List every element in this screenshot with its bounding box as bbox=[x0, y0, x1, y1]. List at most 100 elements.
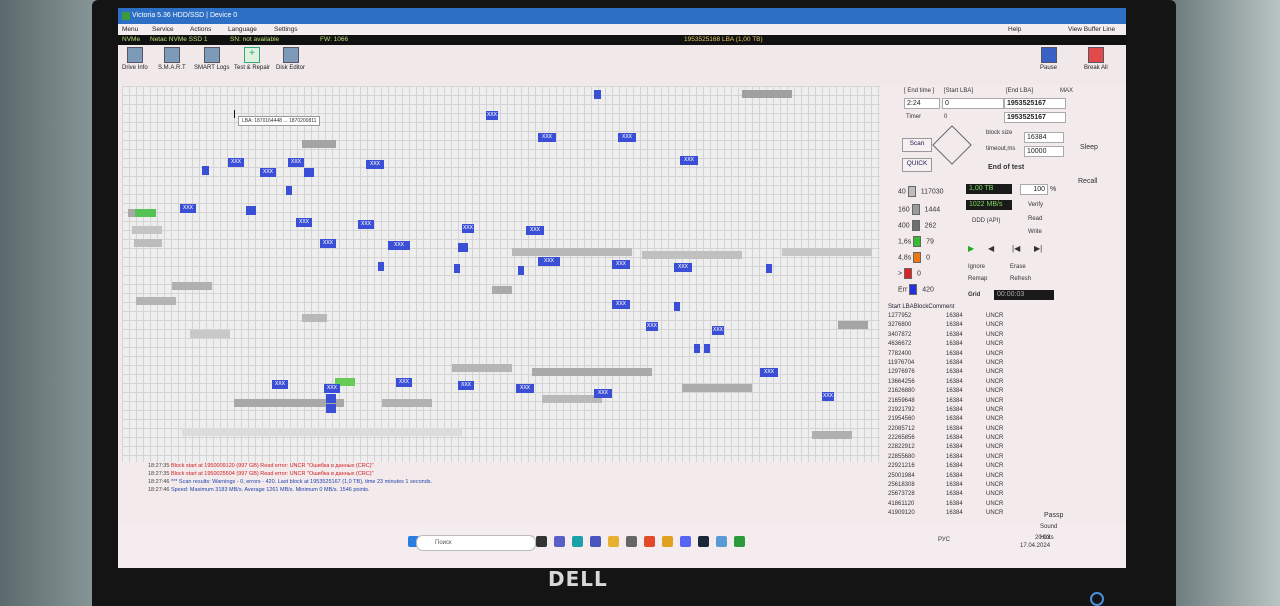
mode-read[interactable]: Read bbox=[1028, 216, 1042, 222]
passp-button[interactable]: Passp bbox=[1044, 512, 1063, 519]
tray-language[interactable]: РУС bbox=[938, 537, 950, 543]
end-lba-field[interactable]: 1953525167 bbox=[1004, 98, 1066, 109]
smart-logs-button[interactable]: SMART Logs bbox=[194, 47, 229, 71]
drive-info-button[interactable]: Drive Info bbox=[122, 47, 148, 71]
table-row[interactable]: 25001984 16384 UNCR bbox=[888, 472, 1046, 481]
action-refresh[interactable]: Refresh bbox=[1010, 276, 1031, 282]
table-row[interactable]: 21626880 16384 UNCR bbox=[888, 387, 1046, 396]
store-icon[interactable] bbox=[626, 536, 637, 547]
scan-button[interactable]: Scan bbox=[902, 138, 932, 152]
bad-block: XXX bbox=[680, 156, 698, 165]
bad-block bbox=[326, 394, 336, 403]
power-button-icon[interactable] bbox=[1090, 592, 1104, 606]
timeout-field[interactable]: 10000 bbox=[1024, 146, 1064, 157]
disk-editor-button[interactable]: Disk Editor bbox=[276, 47, 305, 71]
steam-icon[interactable] bbox=[698, 536, 709, 547]
taskbar-clock[interactable]: 20:03 17.04.2024 bbox=[1020, 534, 1050, 550]
timer-lba-field[interactable]: 1953525167 bbox=[1004, 112, 1066, 123]
ddd-api[interactable]: DDD (API) bbox=[972, 218, 1000, 224]
table-row[interactable]: 11976704 16384 UNCR bbox=[888, 359, 1046, 368]
end-time-field[interactable]: 2:24 bbox=[904, 98, 940, 109]
mode-verify[interactable]: Verify bbox=[1028, 202, 1043, 208]
table-row[interactable]: 7782400 16384 UNCR bbox=[888, 350, 1046, 359]
break-all-button[interactable]: Break All bbox=[1084, 47, 1108, 71]
block-cell: 16384 bbox=[946, 322, 963, 329]
table-row[interactable]: 41909120 16384 UNCR bbox=[888, 509, 1046, 518]
table-row[interactable]: 21954560 16384 UNCR bbox=[888, 415, 1046, 424]
menu-settings[interactable]: Settings bbox=[274, 24, 298, 35]
bad-block: XXX bbox=[674, 263, 692, 272]
start-lba-cell: 22921216 bbox=[888, 463, 915, 470]
table-row[interactable]: 22822912 16384 UNCR bbox=[888, 443, 1046, 452]
menu-service[interactable]: Service bbox=[152, 24, 174, 35]
chrome-icon[interactable] bbox=[662, 536, 673, 547]
counter-swatch bbox=[911, 204, 920, 215]
smart-button[interactable]: S.M.A.R.T bbox=[158, 47, 186, 71]
start-lba-field[interactable]: 0 bbox=[942, 98, 1004, 109]
scan-map-grid[interactable]: XXX XXX XXX XXX XXX XXX XXX XXX XXX XXX … bbox=[122, 86, 880, 462]
counter-swatch bbox=[911, 220, 920, 231]
yandex-icon[interactable] bbox=[644, 536, 655, 547]
test-repair-button[interactable]: + Test & Repair bbox=[234, 47, 270, 71]
comment-cell: UNCR bbox=[986, 425, 1004, 432]
table-row[interactable]: 22085712 16384 UNCR bbox=[888, 425, 1046, 434]
clock-date: 17.04.2024 bbox=[1020, 543, 1051, 549]
sound-checkbox[interactable]: Sound bbox=[1040, 524, 1057, 530]
table-row[interactable]: 21659648 16384 UNCR bbox=[888, 397, 1046, 406]
counter-swatch bbox=[913, 252, 922, 263]
menu-actions[interactable]: Actions bbox=[190, 24, 211, 35]
table-row[interactable]: 41861120 16384 UNCR bbox=[888, 500, 1046, 509]
table-row[interactable]: 25673728 16384 UNCR bbox=[888, 490, 1046, 499]
block-size-field[interactable]: 16384 bbox=[1024, 132, 1064, 143]
block-cell: 16384 bbox=[946, 425, 963, 432]
victoria-icon[interactable] bbox=[734, 536, 745, 547]
edge-icon[interactable] bbox=[572, 536, 583, 547]
start-lba-cell: 3276800 bbox=[888, 322, 912, 329]
comment-cell: UNCR bbox=[986, 500, 1004, 507]
view-buffer-line[interactable]: View Buffer Line bbox=[1068, 24, 1115, 35]
bad-block bbox=[458, 243, 468, 252]
discord-icon[interactable] bbox=[680, 536, 691, 547]
table-row[interactable]: 12976976 16384 UNCR bbox=[888, 368, 1046, 377]
table-row[interactable]: 13664256 16384 UNCR bbox=[888, 378, 1046, 387]
action-ignore[interactable]: Ignore bbox=[968, 264, 985, 270]
grid-checkbox[interactable]: Grid bbox=[968, 292, 980, 298]
pause-button[interactable]: Pause bbox=[1040, 47, 1057, 71]
taskbar-search[interactable]: Поиск bbox=[416, 535, 536, 551]
direction-control[interactable] bbox=[932, 125, 972, 165]
skip-end-icon[interactable]: ▶| bbox=[1034, 244, 1042, 253]
table-row[interactable]: 1277952 16384 UNCR bbox=[888, 312, 1046, 321]
table-row[interactable]: 22265856 16384 UNCR bbox=[888, 434, 1046, 443]
action-erase[interactable]: Erase bbox=[1010, 264, 1026, 270]
back-icon[interactable]: ◀ bbox=[988, 244, 994, 253]
skip-back-icon[interactable]: |◀ bbox=[1012, 244, 1020, 253]
menu-help[interactable]: Help bbox=[1008, 24, 1021, 35]
teams-icon[interactable] bbox=[590, 536, 601, 547]
table-row[interactable]: 4636672 16384 UNCR bbox=[888, 340, 1046, 349]
drive-icon bbox=[126, 47, 143, 63]
counter-4-8s: 4,8s 0 bbox=[898, 252, 930, 263]
menu-language[interactable]: Language bbox=[228, 24, 257, 35]
slow-block bbox=[452, 364, 512, 372]
explorer-icon[interactable] bbox=[608, 536, 619, 547]
recall-button[interactable]: Recall bbox=[1078, 178, 1097, 185]
table-row[interactable]: 22921216 16384 UNCR bbox=[888, 462, 1046, 471]
quick-button[interactable]: QUICK bbox=[902, 158, 932, 172]
menu-menu[interactable]: Menu bbox=[122, 24, 138, 35]
table-row[interactable]: 3276800 16384 UNCR bbox=[888, 321, 1046, 330]
task-view-icon[interactable] bbox=[536, 536, 547, 547]
play-icon[interactable]: ▶ bbox=[968, 244, 974, 253]
table-row[interactable]: 21921792 16384 UNCR bbox=[888, 406, 1046, 415]
timeout-label: timeout,ms bbox=[986, 146, 1016, 152]
log-time: 18:27:46 bbox=[148, 479, 170, 485]
action-remap[interactable]: Remap bbox=[968, 276, 987, 282]
chat-icon[interactable] bbox=[554, 536, 565, 547]
table-row[interactable]: 22855680 16384 UNCR bbox=[888, 453, 1046, 462]
app-icon-pinned[interactable] bbox=[716, 536, 727, 547]
table-row[interactable]: 3407872 16384 UNCR bbox=[888, 331, 1046, 340]
bad-block bbox=[518, 266, 524, 275]
slow-block bbox=[302, 140, 336, 148]
sleep-button[interactable]: Sleep bbox=[1080, 144, 1098, 151]
mode-write[interactable]: Write bbox=[1028, 229, 1042, 235]
table-row[interactable]: 25618308 16384 UNCR bbox=[888, 481, 1046, 490]
